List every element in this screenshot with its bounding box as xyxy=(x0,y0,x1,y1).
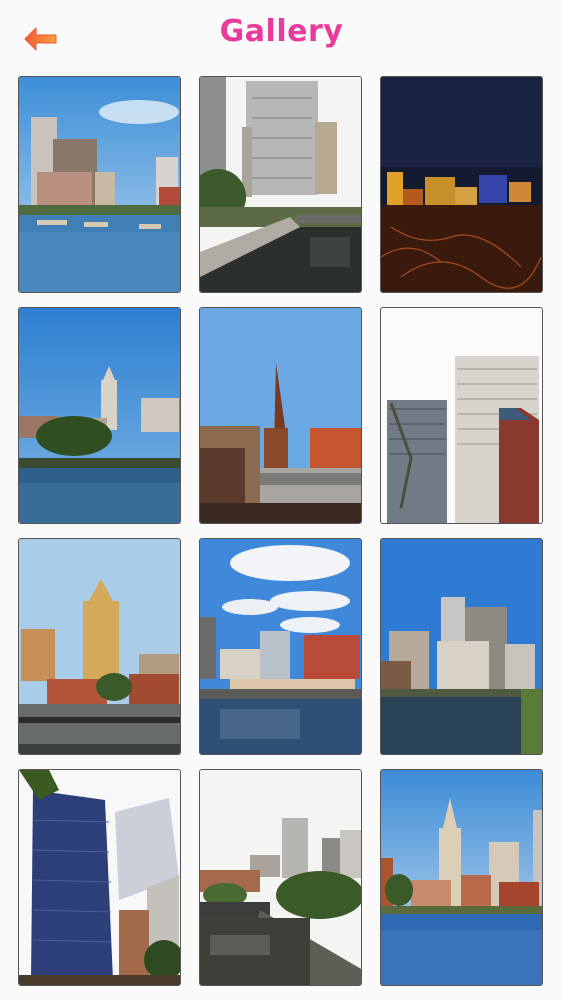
photo-river-offices xyxy=(381,539,542,754)
photo-thumbnail[interactable] xyxy=(199,76,362,293)
photo-thumbnail[interactable] xyxy=(380,769,543,986)
photo-thumbnail[interactable] xyxy=(199,538,362,755)
photo-thumbnail[interactable] xyxy=(18,769,181,986)
photo-city-night xyxy=(381,77,542,292)
photo-river-bridge xyxy=(200,770,361,985)
photo-thumbnail[interactable] xyxy=(18,76,181,293)
photo-riverwalk-buildings xyxy=(200,77,361,292)
photo-harbor-skyline xyxy=(381,770,542,985)
photo-thumbnail[interactable] xyxy=(199,307,362,524)
photo-office-towers xyxy=(381,308,542,523)
photo-glass-highrises xyxy=(19,770,180,985)
photo-grid xyxy=(18,76,545,986)
photo-art-deco-tower xyxy=(19,539,180,754)
gallery-screen: Gallery xyxy=(0,0,563,1000)
photo-thumbnail[interactable] xyxy=(380,76,543,293)
photo-thumbnail[interactable] xyxy=(199,769,362,986)
page-title: Gallery xyxy=(219,14,344,49)
photo-river-skyline xyxy=(19,77,180,292)
photo-church-spire xyxy=(200,308,361,523)
photo-canal-clouds xyxy=(200,539,361,754)
photo-thumbnail[interactable] xyxy=(18,307,181,524)
photo-thumbnail[interactable] xyxy=(380,538,543,755)
header: Gallery xyxy=(0,0,563,75)
photo-thumbnail[interactable] xyxy=(18,538,181,755)
photo-thumbnail[interactable] xyxy=(380,307,543,524)
photo-waterfront-tower xyxy=(19,308,180,523)
